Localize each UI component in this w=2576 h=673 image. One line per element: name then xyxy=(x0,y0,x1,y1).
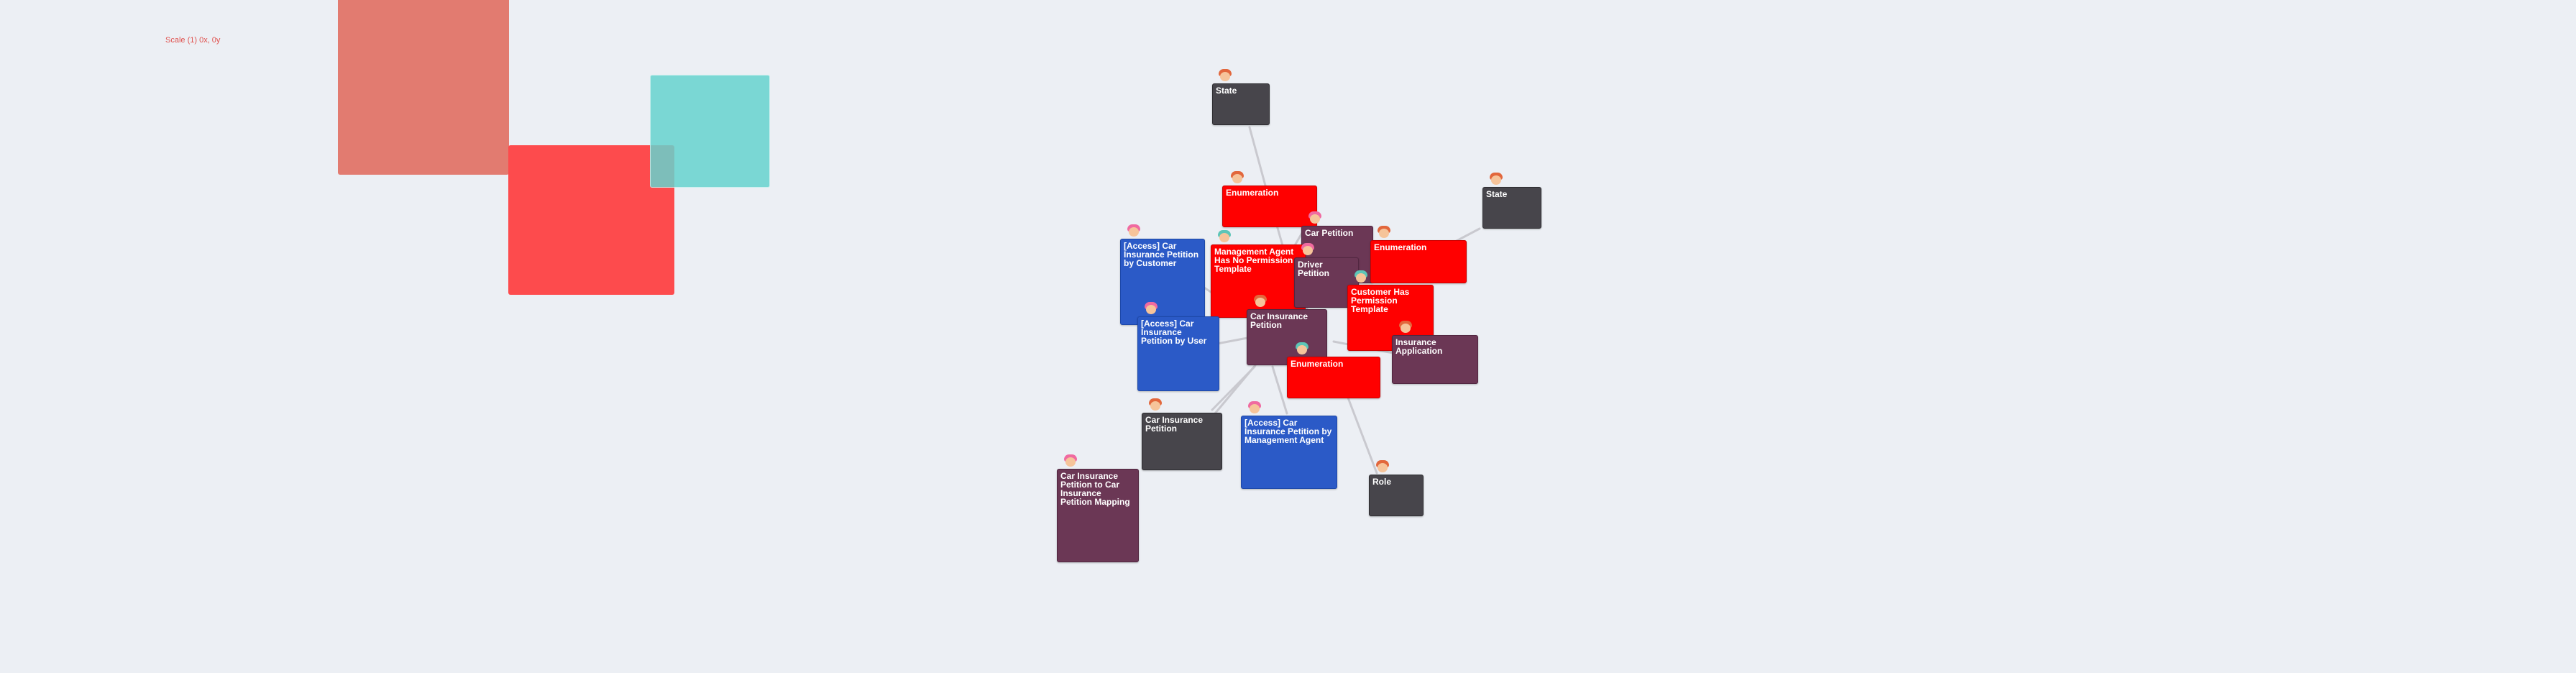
node-access-by-customer[interactable]: [Access] Car Insurance Petition by Custo… xyxy=(1120,239,1205,325)
node-label: Car Insurance Petition xyxy=(1250,311,1308,330)
node-label: Customer Has Permission Template xyxy=(1351,287,1410,314)
node-car-insurance-petition-state[interactable]: Car Insurance Petition xyxy=(1142,413,1222,470)
node-label: Role xyxy=(1372,477,1392,487)
edge xyxy=(1248,126,1267,187)
node-state-right[interactable]: State xyxy=(1482,187,1541,229)
node-enumeration-1[interactable]: Enumeration xyxy=(1222,186,1317,227)
node-petition-mapping[interactable]: Car Insurance Petition to Car Insurance … xyxy=(1057,469,1139,562)
avatar-icon[interactable] xyxy=(1353,269,1369,285)
edge xyxy=(1271,365,1288,415)
avatar-icon[interactable] xyxy=(1126,223,1142,239)
avatar-icon[interactable] xyxy=(1229,170,1245,186)
avatar-icon[interactable] xyxy=(1143,301,1159,316)
node-label: Enumeration xyxy=(1291,359,1344,369)
node-insurance-application[interactable]: Insurance Application xyxy=(1392,335,1478,384)
node-label: State xyxy=(1486,189,1508,199)
node-role[interactable]: Role xyxy=(1369,475,1424,516)
avatar-icon[interactable] xyxy=(1216,229,1232,244)
node-label: [Access] Car Insurance Petition by Custo… xyxy=(1124,241,1199,268)
avatar-icon[interactable] xyxy=(1375,459,1390,475)
avatar-icon[interactable] xyxy=(1217,68,1233,83)
node-label: Enumeration xyxy=(1226,188,1279,198)
node-access-by-management-agent[interactable]: [Access] Car Insurance Petition by Manag… xyxy=(1241,416,1337,489)
node-label: Car Petition xyxy=(1305,228,1354,238)
node-label: State xyxy=(1216,86,1237,96)
node-access-by-user[interactable]: [Access] Car Insurance Petition by User xyxy=(1137,316,1219,391)
avatar-icon[interactable] xyxy=(1307,210,1323,226)
edge xyxy=(1216,336,1249,345)
node-label: Car Insurance Petition xyxy=(1145,415,1204,434)
avatar-icon[interactable] xyxy=(1488,171,1504,187)
avatar-icon[interactable] xyxy=(1247,400,1262,416)
node-label: Car Insurance Petition to Car Insurance … xyxy=(1060,471,1130,507)
node-label: [Access] Car Insurance Petition by User xyxy=(1141,319,1207,346)
node-enumeration-2[interactable]: Enumeration xyxy=(1370,240,1467,283)
avatar-icon[interactable] xyxy=(1252,293,1268,309)
node-label: Enumeration xyxy=(1374,242,1427,252)
avatar-icon[interactable] xyxy=(1063,453,1078,469)
avatar-icon[interactable] xyxy=(1300,242,1316,257)
node-label: Insurance Application xyxy=(1395,337,1443,356)
avatar-icon[interactable] xyxy=(1398,319,1413,335)
node-state-top[interactable]: State xyxy=(1212,83,1270,125)
avatar-icon[interactable] xyxy=(1147,397,1163,413)
node-label: [Access] Car Insurance Petition by Manag… xyxy=(1245,418,1332,445)
node-enumeration-3[interactable]: Enumeration xyxy=(1287,357,1380,398)
node-label: Management Agent Has No Permission Templ… xyxy=(1214,247,1294,274)
avatar-icon[interactable] xyxy=(1376,224,1392,240)
node-label: Driver Petition xyxy=(1298,260,1329,278)
edge xyxy=(1345,393,1378,475)
avatar-icon[interactable] xyxy=(1294,341,1310,357)
